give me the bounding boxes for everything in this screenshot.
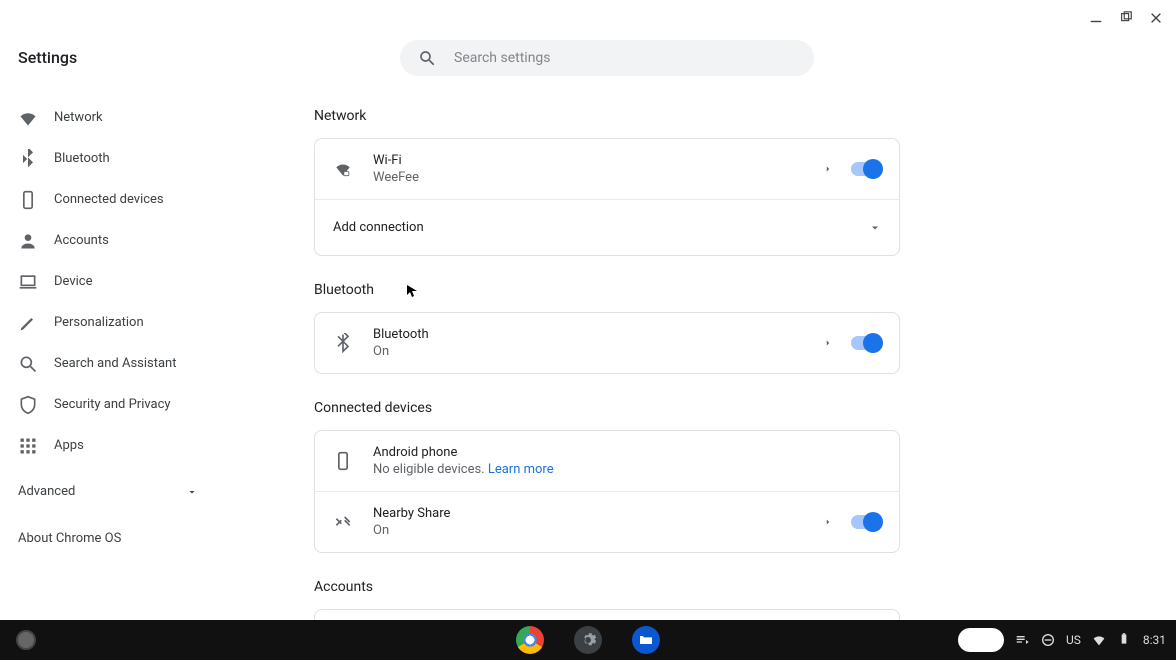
sidebar-item-search-assistant[interactable]: Search and Assistant [18, 343, 238, 384]
wifi-secure-icon [333, 159, 353, 179]
shelf: US 8:31 [0, 620, 1176, 660]
shelf-apps [516, 626, 660, 654]
bluetooth-row-main: Bluetooth On [373, 327, 815, 359]
sidebar-item-connected-devices[interactable]: Connected devices [18, 179, 238, 220]
sidebar-item-label: Personalization [54, 315, 144, 330]
chevron-down-icon [186, 486, 198, 498]
sidebar-item-apps[interactable]: Apps [18, 425, 238, 466]
network-card: Wi-Fi WeeFee Add connection [314, 138, 900, 256]
learn-more-link[interactable]: Learn more [488, 462, 554, 477]
android-title: Android phone [373, 445, 881, 460]
search-icon [18, 354, 38, 374]
advanced-label: Advanced [18, 484, 75, 499]
mouse-cursor [407, 285, 419, 297]
battery-tray-icon[interactable] [1117, 632, 1133, 648]
nearby-row-main: Nearby Share On [373, 506, 815, 538]
add-connection-main: Add connection [333, 220, 861, 235]
main-content: Network Wi-Fi WeeFee Add connection Blue… [314, 108, 900, 660]
android-phone-row[interactable]: Android phone No eligible devices. Learn… [315, 431, 899, 491]
music-tray-icon[interactable] [1014, 632, 1030, 648]
sidebar-item-bluetooth[interactable]: Bluetooth [18, 138, 238, 179]
bluetooth-title: Bluetooth [373, 327, 815, 342]
sidebar-item-security-privacy[interactable]: Security and Privacy [18, 384, 238, 425]
wifi-icon [18, 108, 38, 128]
sidebar-title: Settings [18, 48, 238, 67]
sidebar-item-network[interactable]: Network [18, 97, 238, 138]
chevron-right-icon [823, 338, 833, 348]
bluetooth-icon [18, 149, 38, 169]
sidebar-item-label: Connected devices [54, 192, 164, 207]
sidebar-item-personalization[interactable]: Personalization [18, 302, 238, 343]
sidebar-item-device[interactable]: Device [18, 261, 238, 302]
connected-devices-card: Android phone No eligible devices. Learn… [314, 430, 900, 553]
sidebar: Settings Network Bluetooth Connected dev… [18, 48, 238, 546]
sidebar-item-label: Apps [54, 438, 84, 453]
settings-app-icon[interactable] [574, 626, 602, 654]
nearby-share-row[interactable]: Nearby Share On [315, 491, 899, 552]
bluetooth-toggle[interactable] [851, 336, 881, 350]
section-heading-accounts: Accounts [314, 579, 900, 595]
chevron-right-icon [823, 164, 833, 174]
apps-grid-icon [18, 436, 38, 456]
bluetooth-row[interactable]: Bluetooth On [315, 313, 899, 373]
ime-indicator[interactable]: US [1066, 633, 1081, 647]
shield-icon [18, 395, 38, 415]
section-heading-connected: Connected devices [314, 400, 900, 416]
wifi-tray-icon[interactable] [1091, 632, 1107, 648]
android-sub-text: No eligible devices. [373, 462, 488, 477]
android-sub: No eligible devices. Learn more [373, 462, 881, 477]
chevron-right-icon [823, 517, 833, 527]
minimize-button[interactable] [1088, 10, 1104, 26]
wifi-toggle[interactable] [851, 162, 881, 176]
close-button[interactable] [1148, 10, 1164, 26]
clock[interactable]: 8:31 [1143, 633, 1166, 647]
dnd-tray-icon[interactable] [1040, 632, 1056, 648]
sidebar-item-label: Security and Privacy [54, 397, 171, 412]
sidebar-item-label: Bluetooth [54, 151, 110, 166]
nearby-status: On [373, 523, 815, 538]
window-controls [1088, 10, 1164, 26]
wifi-row[interactable]: Wi-Fi WeeFee [315, 139, 899, 199]
bluetooth-card: Bluetooth On [314, 312, 900, 374]
android-row-main: Android phone No eligible devices. Learn… [373, 445, 881, 477]
sidebar-item-label: Accounts [54, 233, 109, 248]
launcher-button[interactable] [16, 630, 36, 650]
search-bar[interactable] [400, 40, 814, 76]
maximize-button[interactable] [1118, 10, 1134, 26]
nearby-title: Nearby Share [373, 506, 815, 521]
about-label: About Chrome OS [18, 531, 121, 546]
advanced-toggle[interactable]: Advanced [18, 484, 198, 499]
wifi-row-main: Wi-Fi WeeFee [373, 153, 815, 185]
sidebar-item-label: Device [54, 274, 93, 289]
sidebar-item-label: Search and Assistant [54, 356, 177, 371]
person-icon [18, 231, 38, 251]
section-heading-bluetooth: Bluetooth [314, 282, 900, 298]
section-heading-network: Network [314, 108, 900, 124]
about-chrome-os[interactable]: About Chrome OS [18, 531, 238, 546]
sidebar-item-accounts[interactable]: Accounts [18, 220, 238, 261]
settings-window: Settings Network Bluetooth Connected dev… [0, 0, 1176, 660]
add-connection-label: Add connection [333, 220, 861, 235]
bluetooth-icon [333, 333, 353, 353]
phone-icon [333, 451, 353, 471]
status-tray[interactable]: US 8:31 [958, 628, 1166, 652]
bluetooth-status: On [373, 344, 815, 359]
laptop-icon [18, 272, 38, 292]
sidebar-item-label: Network [54, 110, 103, 125]
nearby-share-icon [333, 512, 353, 532]
nearby-share-toggle[interactable] [851, 515, 881, 529]
phone-icon [18, 190, 38, 210]
search-icon [418, 49, 436, 67]
search-input[interactable] [454, 50, 796, 66]
chevron-down-icon [869, 222, 881, 234]
chrome-app-icon[interactable] [516, 626, 544, 654]
wifi-network-name: WeeFee [373, 170, 815, 185]
notification-pill[interactable] [958, 628, 1004, 652]
add-connection-row[interactable]: Add connection [315, 199, 899, 255]
files-app-icon[interactable] [632, 626, 660, 654]
pencil-icon [18, 313, 38, 333]
wifi-title: Wi-Fi [373, 153, 815, 168]
